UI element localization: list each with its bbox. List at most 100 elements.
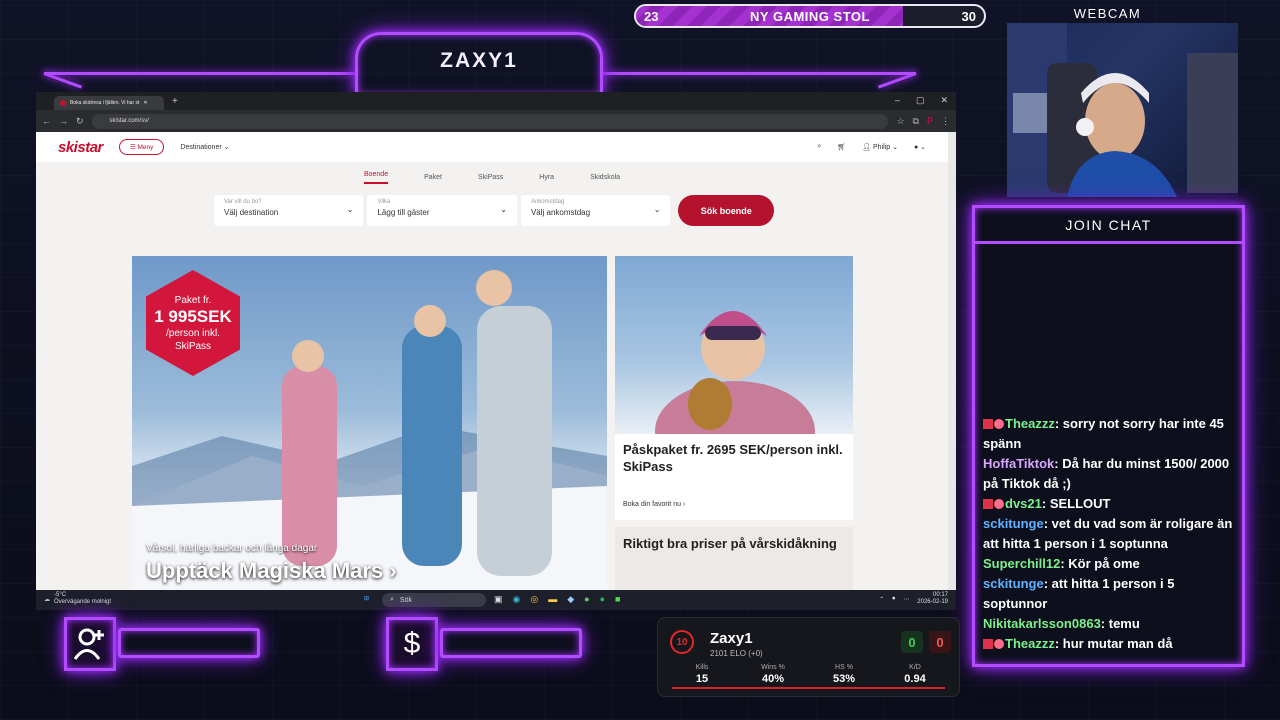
- cart-icon[interactable]: 🛒︎: [837, 143, 846, 151]
- discord-icon[interactable]: ●: [584, 594, 589, 605]
- destinations-label: Destinationer: [180, 144, 222, 151]
- tab-boende[interactable]: Boende: [363, 171, 389, 184]
- chat-username[interactable]: Nikitakarlsson0863: [983, 616, 1101, 631]
- chat-username[interactable]: Theazzz: [1005, 416, 1055, 431]
- browser-menu-icon[interactable]: ⋮: [941, 116, 950, 127]
- close-window-icon[interactable]: ✕: [940, 95, 948, 106]
- badge-line2: /person inkl.: [166, 328, 220, 339]
- hero-subtitle: Vårsol, härliga backar och långa dagar: [146, 543, 318, 554]
- booking-tabs: Boende Paket SkiPass Hyra Skidskola: [36, 162, 948, 192]
- goal-progress-bar: 23 NY GAMING STOL 30: [634, 4, 986, 28]
- menu-button[interactable]: ☰ Meny: [118, 139, 165, 155]
- chat-username[interactable]: HoffaTiktok: [983, 456, 1054, 471]
- arrival-value: Välj ankomstdag: [530, 208, 591, 217]
- bookmark-star-icon[interactable]: ☆: [896, 116, 904, 127]
- chat-message: Superchill12: Kör på ome: [983, 556, 1140, 571]
- skistar-logo[interactable]: skistar: [58, 139, 103, 156]
- follower-widget: [64, 617, 116, 671]
- chrome-icon[interactable]: ◎: [530, 594, 538, 605]
- search-icon: ⌕: [390, 596, 394, 603]
- site-header: skistar ☰ Meny Destinationer ⌄ ⌕ 🛒︎ 👤︎ P…: [36, 132, 948, 162]
- weather-condition: Övervägande molnigt: [54, 599, 112, 605]
- chevron-down-icon: ⌄: [653, 205, 661, 214]
- spotify-icon[interactable]: ●: [600, 594, 605, 605]
- steam-icon[interactable]: ◆: [567, 594, 574, 605]
- language-selector[interactable]: ● ⌄: [914, 143, 926, 151]
- microphone-icon[interactable]: ⏺: [892, 596, 895, 603]
- stat-column: Wins % 40%: [743, 664, 803, 685]
- tab-skidskola[interactable]: Skidskola: [590, 174, 620, 181]
- tray-chevron-icon[interactable]: ⌃: [879, 596, 884, 603]
- tab-close-icon[interactable]: ✕: [143, 100, 147, 106]
- chat-message: sckitunge: att hitta 1 person i 5 soptun…: [983, 576, 1175, 611]
- minimize-icon[interactable]: –: [895, 95, 900, 106]
- hero-banner[interactable]: Paket fr. 1 995SEK/person inkl. SkiPass Vå…: [132, 256, 607, 590]
- clock-time: 00:17: [932, 592, 948, 598]
- book-favorite-link[interactable]: Boka din favorit nu ›: [623, 501, 685, 508]
- address-bar-row: ← → ↻ skistar.com/sv/ ☆ ⧉ P ⋮: [36, 110, 956, 132]
- webcam-feed: [1007, 23, 1238, 197]
- weather-widget[interactable]: ☁ -5°C Övervägande molnigt: [44, 592, 111, 606]
- destinations-dropdown[interactable]: Destinationer ⌄: [180, 143, 229, 151]
- moderator-badge-icon: [983, 639, 993, 649]
- stat-label: HS %: [835, 664, 853, 671]
- browser-window: Boka skidresa i fjällen. Vi har st ✕ + – ▢…: [36, 92, 956, 590]
- edge-icon[interactable]: ◉: [513, 594, 521, 605]
- stat-value: 0.94: [904, 673, 926, 685]
- new-tab-icon[interactable]: +: [172, 96, 178, 107]
- url-field[interactable]: skistar.com/sv/: [91, 113, 889, 129]
- tab-paket[interactable]: Paket: [424, 174, 442, 181]
- stats-divider: [672, 687, 945, 689]
- streamer-name-plate: ZAXY1: [355, 32, 603, 94]
- chat-message-list: Theazzz: sorry not sorry har inte 45 spä…: [983, 414, 1236, 654]
- file-explorer-icon[interactable]: ▬: [548, 594, 557, 605]
- destination-select[interactable]: Var vill du bo? Välj destination ⌄: [214, 195, 364, 226]
- menu-label: Meny: [137, 144, 154, 151]
- taskbar-search[interactable]: ⌕ Sök: [382, 593, 486, 607]
- reload-icon[interactable]: ↻: [76, 116, 84, 127]
- hero-title[interactable]: Upptäck Magiska Mars ›: [146, 558, 397, 584]
- tab-hyra[interactable]: Hyra: [539, 174, 554, 181]
- guests-select[interactable]: Vilka Lägg till gäster ⌄: [367, 195, 517, 226]
- user-name: Philip: [873, 144, 891, 151]
- arrival-date-select[interactable]: Ankomstdag Välj ankomstdag ⌄: [520, 195, 671, 226]
- weather-cloud-icon: ☁: [44, 596, 50, 603]
- profile-icon[interactable]: P: [927, 116, 933, 126]
- hero-title-text: Upptäck Magiska Mars: [146, 558, 384, 583]
- maximize-icon[interactable]: ▢: [916, 95, 925, 106]
- page-scrollbar[interactable]: [948, 132, 956, 590]
- obs-icon[interactable]: ■: [615, 594, 620, 605]
- chat-username[interactable]: dvs21: [1005, 496, 1042, 511]
- destination-value: Välj destination: [224, 208, 279, 217]
- browser-tab[interactable]: Boka skidresa i fjällen. Vi har st ✕: [54, 96, 164, 110]
- taskbar-search-label: Sök: [399, 596, 412, 604]
- webcam-label: WEBCAM: [1073, 6, 1142, 21]
- add-user-icon: [73, 628, 104, 660]
- guests-value: Lägg till gäster: [377, 208, 430, 217]
- dollar-icon: $: [403, 627, 421, 660]
- windows-start-icon[interactable]: ⊞: [364, 595, 369, 602]
- user-menu[interactable]: 👤︎ Philip ⌄: [862, 143, 898, 151]
- windows-taskbar: ☁ -5°C Övervägande molnigt ⊞ ⌕ Sök ▣ ◉ ◎ ▬ ◆ ● ●…: [36, 590, 956, 610]
- back-icon[interactable]: ←: [42, 116, 51, 126]
- chat-username[interactable]: sckitunge: [983, 576, 1044, 591]
- tab-skipass[interactable]: SkiPass: [478, 174, 503, 181]
- latest-follower-bar: [118, 628, 260, 658]
- easter-package-card[interactable]: Påskpaket fr. 2695 SEK/person inkl. SkiP…: [615, 256, 853, 520]
- chat-text: Kör på ome: [1068, 556, 1140, 571]
- spring-skiing-card[interactable]: Riktigt bra priser på vårskidåkning: [615, 527, 853, 590]
- task-view-icon[interactable]: ▣: [494, 594, 503, 605]
- chat-username[interactable]: sckitunge: [983, 516, 1044, 531]
- stat-label: K/D: [909, 664, 921, 671]
- chat-username[interactable]: Superchill12: [983, 556, 1060, 571]
- chat-username[interactable]: Theazzz: [1005, 636, 1055, 651]
- search-accommodation-button[interactable]: Sök boende: [678, 195, 775, 226]
- extensions-icon[interactable]: ⧉: [913, 116, 919, 127]
- streamer-name: ZAXY1: [440, 49, 518, 72]
- stat-value: 40%: [761, 673, 785, 685]
- forward-icon[interactable]: →: [59, 116, 68, 126]
- network-icon[interactable]: ⋯: [903, 596, 909, 603]
- overlay-top-line-right: [603, 72, 916, 75]
- chat-message: dvs21: SELLOUT: [983, 494, 1236, 514]
- search-icon[interactable]: ⌕: [817, 143, 821, 151]
